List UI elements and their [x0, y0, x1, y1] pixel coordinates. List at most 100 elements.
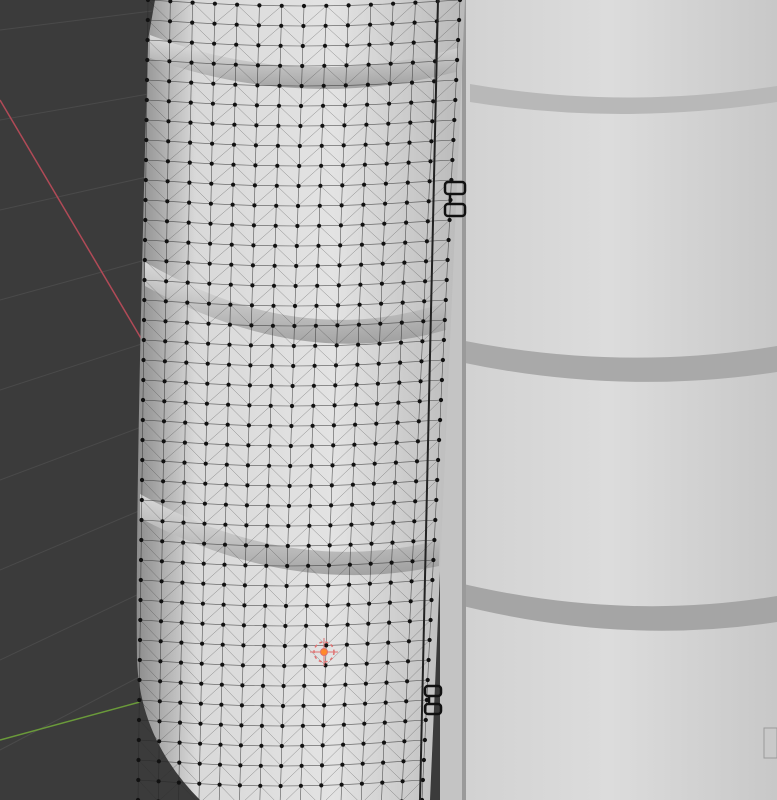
mesh-vertex[interactable] [308, 483, 313, 488]
mesh-vertex[interactable] [188, 100, 193, 105]
mesh-vertex[interactable] [276, 103, 282, 108]
mesh-vertex[interactable] [275, 163, 280, 168]
mesh-vertex[interactable] [233, 62, 238, 67]
mesh-vertex[interactable] [230, 222, 235, 227]
mesh-vertex[interactable] [432, 537, 437, 543]
mesh-vertex[interactable] [166, 99, 171, 104]
mesh-vertex[interactable] [177, 720, 183, 725]
mesh-vertex[interactable] [356, 342, 361, 347]
mesh-vertex[interactable] [277, 83, 282, 88]
mesh-vertex[interactable] [218, 722, 223, 727]
mesh-vertex[interactable] [436, 457, 441, 463]
mesh-vertex[interactable] [225, 422, 230, 427]
mesh-vertex[interactable] [189, 80, 194, 85]
mesh-vertex[interactable] [396, 400, 401, 405]
mesh-vertex[interactable] [332, 403, 337, 408]
mesh-vertex[interactable] [163, 319, 168, 324]
mesh-vertex[interactable] [182, 440, 187, 445]
mesh-vertex[interactable] [345, 622, 350, 627]
mesh-vertex[interactable] [438, 397, 444, 403]
mesh-vertex[interactable] [223, 502, 228, 507]
mesh-vertex[interactable] [365, 641, 370, 646]
mesh-vertex[interactable] [417, 399, 422, 404]
mesh-vertex[interactable] [371, 501, 376, 506]
mesh-vertex[interactable] [367, 42, 372, 47]
mesh-vertex[interactable] [387, 101, 392, 106]
mesh-vertex[interactable] [159, 579, 164, 584]
mesh-vertex[interactable] [324, 3, 329, 8]
mesh-vertex[interactable] [329, 503, 334, 508]
mesh-vertex[interactable] [209, 181, 214, 186]
mesh-vertex[interactable] [167, 39, 172, 44]
mesh-vertex[interactable] [245, 463, 250, 468]
mesh-vertex[interactable] [284, 583, 289, 589]
mesh-vertex[interactable] [140, 417, 145, 423]
mesh-vertex[interactable] [447, 217, 452, 223]
mesh-vertex[interactable] [291, 343, 296, 349]
mesh-vertex[interactable] [283, 623, 288, 629]
mesh-vertex[interactable] [204, 421, 209, 426]
mesh-vertex[interactable] [233, 82, 238, 87]
mesh-vertex[interactable] [359, 242, 364, 247]
mesh-vertex[interactable] [297, 143, 302, 149]
mesh-vertex[interactable] [409, 100, 414, 105]
mesh-vertex[interactable] [386, 121, 391, 126]
mesh-vertex[interactable] [229, 242, 234, 247]
mesh-vertex[interactable] [167, 79, 172, 84]
mesh-vertex[interactable] [139, 497, 144, 503]
mesh-vertex[interactable] [289, 423, 294, 429]
mesh-vertex[interactable] [413, 499, 418, 504]
mesh-vertex[interactable] [222, 582, 227, 587]
mesh-vertex[interactable] [206, 301, 211, 306]
mesh-vertex[interactable] [363, 142, 368, 147]
mesh-vertex[interactable] [322, 703, 327, 708]
mesh-vertex[interactable] [348, 542, 353, 547]
mesh-vertex[interactable] [202, 501, 207, 506]
mesh-vertex[interactable] [413, 0, 418, 5]
mesh-vertex[interactable] [210, 141, 215, 146]
mesh-vertex[interactable] [231, 142, 237, 147]
mesh-vertex[interactable] [343, 103, 348, 108]
mesh-vertex[interactable] [342, 702, 347, 707]
mesh-vertex[interactable] [426, 199, 431, 204]
mesh-vertex[interactable] [228, 282, 233, 287]
mesh-vertex[interactable] [300, 63, 305, 69]
mesh-vertex[interactable] [361, 202, 366, 207]
mesh-vertex[interactable] [404, 200, 409, 205]
mesh-vertex[interactable] [338, 223, 343, 228]
mesh-vertex[interactable] [198, 721, 203, 726]
mesh-vertex[interactable] [274, 203, 279, 208]
mesh-vertex[interactable] [222, 542, 228, 547]
mesh-vertex[interactable] [273, 243, 278, 248]
mesh-vertex[interactable] [270, 343, 275, 348]
mesh-vertex[interactable] [341, 742, 346, 747]
mesh-vertex[interactable] [351, 462, 356, 467]
mesh-vertex[interactable] [444, 277, 449, 283]
mesh-vertex[interactable] [386, 640, 391, 645]
mesh-vertex[interactable] [412, 20, 417, 25]
mesh-vertex[interactable] [137, 677, 142, 683]
mesh-vertex[interactable] [403, 719, 408, 724]
mesh-vertex[interactable] [372, 461, 377, 466]
mesh-vertex[interactable] [380, 780, 385, 785]
mesh-vertex[interactable] [264, 563, 269, 568]
mesh-vertex[interactable] [141, 317, 147, 323]
mesh-vertex[interactable] [437, 437, 442, 443]
mesh-vertex[interactable] [156, 759, 161, 764]
mesh-vertex[interactable] [234, 42, 239, 47]
mesh-vertex[interactable] [401, 759, 406, 764]
mesh-vertex[interactable] [273, 223, 278, 228]
mesh-vertex[interactable] [158, 619, 164, 624]
mesh-vertex[interactable] [321, 83, 326, 88]
mesh-vertex[interactable] [141, 357, 146, 363]
mesh-vertex[interactable] [287, 483, 292, 489]
mesh-vertex[interactable] [300, 743, 305, 748]
mesh-vertex[interactable] [322, 43, 328, 48]
mesh-vertex[interactable] [137, 637, 143, 643]
mesh-vertex[interactable] [203, 461, 208, 466]
mesh-vertex[interactable] [312, 363, 317, 368]
mesh-vertex[interactable] [382, 720, 387, 725]
mesh-vertex[interactable] [241, 623, 246, 628]
mesh-vertex[interactable] [219, 702, 224, 707]
mesh-vertex[interactable] [384, 680, 389, 685]
